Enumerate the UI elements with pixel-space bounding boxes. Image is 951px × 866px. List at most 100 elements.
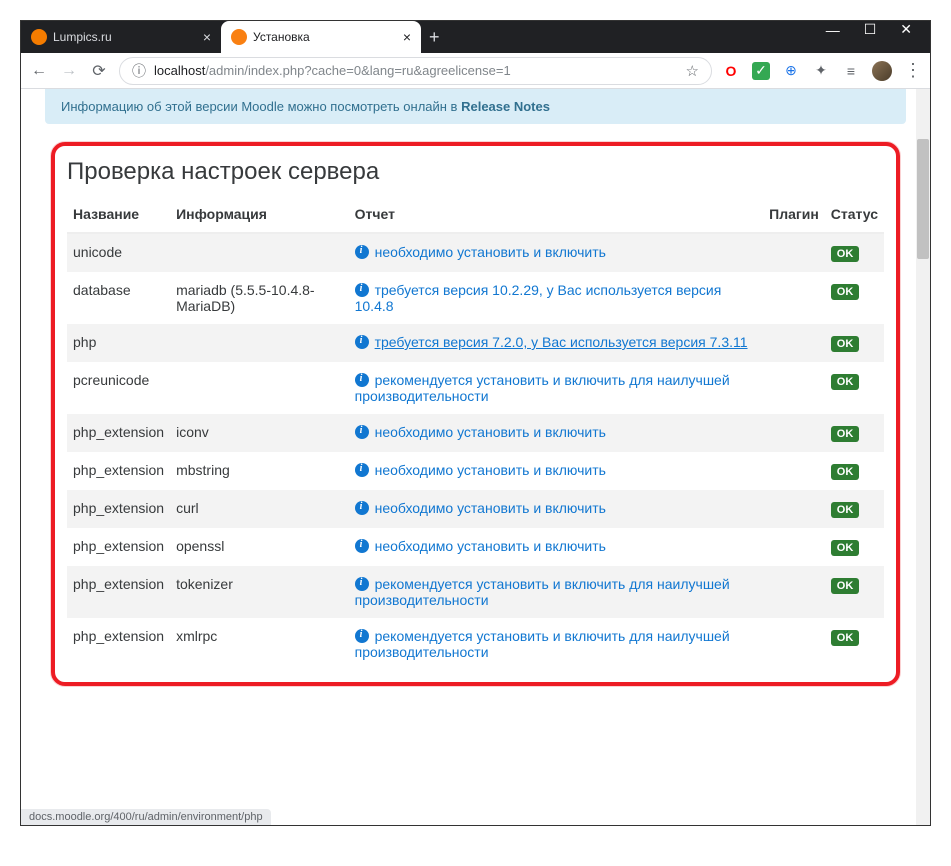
col-report: Отчет [349,196,764,233]
table-row: unicode необходимо установить и включить O… [67,233,884,272]
cell-info [170,362,349,414]
favicon-icon [231,29,247,45]
cell-status: OK [825,490,884,528]
scrollbar-thumb[interactable] [917,139,929,259]
address-bar[interactable]: ⓘ localhost/admin/index.php?cache=0&lang… [119,57,712,85]
cell-report: необходимо установить и включить [349,233,764,272]
cell-name: database [67,272,170,324]
cell-name: pcreunicode [67,362,170,414]
info-icon[interactable] [355,283,369,297]
status-badge: OK [831,426,860,442]
cell-status: OK [825,414,884,452]
profile-avatar[interactable] [872,61,892,81]
cell-report: рекомендуется установить и включить для … [349,362,764,414]
bookmark-star-icon[interactable]: ☆ [686,62,699,80]
report-link[interactable]: требуется версия 7.2.0, у Вас использует… [375,334,748,350]
tab-title: Установка [253,30,310,44]
cell-info: mariadb (5.5.5-10.4.8-MariaDB) [170,272,349,324]
url-text: localhost/admin/index.php?cache=0&lang=r… [154,63,678,78]
cell-status: OK [825,272,884,324]
cell-status: OK [825,233,884,272]
cell-plugin [763,324,825,362]
info-icon[interactable] [355,373,369,387]
status-badge: OK [831,246,860,262]
cell-name: php_extension [67,452,170,490]
forward-button[interactable]: → [59,62,79,80]
close-tab-icon[interactable]: × [403,29,411,45]
status-badge: OK [831,374,860,390]
globe-ext-icon[interactable]: ⊕ [782,62,800,80]
reload-button[interactable]: ⟳ [89,61,109,81]
cell-report: необходимо установить и включить [349,414,764,452]
cell-name: php_extension [67,528,170,566]
tab-lumpics[interactable]: Lumpics.ru × [21,21,221,53]
check-ext-icon[interactable]: ✓ [752,62,770,80]
minimize-button[interactable]: — [826,22,840,38]
report-link[interactable]: рекомендуется установить и включить для … [355,576,730,608]
tab-title: Lumpics.ru [53,30,112,44]
cell-status: OK [825,618,884,670]
cell-status: OK [825,566,884,618]
cell-status: OK [825,528,884,566]
info-icon[interactable] [355,425,369,439]
cell-info [170,324,349,362]
col-name: Название [67,196,170,233]
reading-list-icon[interactable]: ≡ [842,62,860,80]
info-icon[interactable] [355,629,369,643]
info-icon[interactable] [355,335,369,349]
table-row: databasemariadb (5.5.5-10.4.8-MariaDB)тр… [67,272,884,324]
report-link[interactable]: необходимо установить и включить [375,244,606,260]
report-link[interactable]: рекомендуется установить и включить для … [355,628,730,660]
status-badge: OK [831,502,860,518]
col-plugin: Плагин [763,196,825,233]
table-row: php_extensiontokenizerрекомендуется уста… [67,566,884,618]
page-content: Информацию об этой версии Moodle можно п… [21,89,930,825]
col-status: Статус [825,196,884,233]
yandex-ext-icon[interactable]: O [722,62,740,80]
cell-info: curl [170,490,349,528]
window-controls: — ☐ ✕ [808,21,930,38]
back-button[interactable]: ← [29,62,49,80]
site-info-icon[interactable]: ⓘ [132,61,146,81]
info-icon[interactable] [355,539,369,553]
cell-status: OK [825,324,884,362]
cell-report: необходимо установить и включить [349,528,764,566]
cell-report: рекомендуется установить и включить для … [349,618,764,670]
tabs-row: Lumpics.ru × Установка × + [21,21,808,53]
report-link[interactable]: необходимо установить и включить [375,538,606,554]
cell-plugin [763,362,825,414]
table-row: php_extensionmbstringнеобходимо установи… [67,452,884,490]
report-link[interactable]: необходимо установить и включить [375,462,606,478]
close-tab-icon[interactable]: × [203,29,211,45]
cell-report: требуется версия 7.2.0, у Вас использует… [349,324,764,362]
environment-table: Название Информация Отчет Плагин Статус … [67,196,884,670]
server-check-highlight: Проверка настроек сервера Название Инфор… [51,142,900,686]
cell-info: openssl [170,528,349,566]
report-link[interactable]: необходимо установить и включить [375,424,606,440]
report-link[interactable]: необходимо установить и включить [375,500,606,516]
report-link[interactable]: требуется версия 10.2.29, у Вас использу… [355,282,722,314]
vertical-scrollbar[interactable] [916,89,930,825]
extensions-icon[interactable]: ✦ [812,62,830,80]
new-tab-button[interactable]: + [421,27,448,48]
cell-name: php_extension [67,490,170,528]
table-row: phpтребуется версия 7.2.0, у Вас использ… [67,324,884,362]
close-window-button[interactable]: ✕ [900,21,912,38]
maximize-button[interactable]: ☐ [864,21,877,38]
cell-plugin [763,528,825,566]
status-badge: OK [831,284,860,300]
info-icon[interactable] [355,463,369,477]
cell-info [170,233,349,272]
report-link[interactable]: рекомендуется установить и включить для … [355,372,730,404]
info-icon[interactable] [355,577,369,591]
table-row: php_extensioniconvнеобходимо установить … [67,414,884,452]
cell-report: рекомендуется установить и включить для … [349,566,764,618]
cell-plugin [763,490,825,528]
info-icon[interactable] [355,245,369,259]
info-icon[interactable] [355,501,369,515]
menu-button[interactable]: ⋮ [904,60,922,81]
release-notes-link[interactable]: Release Notes [461,99,550,114]
table-row: php_extensioncurl необходимо установить и… [67,490,884,528]
tab-install[interactable]: Установка × [221,21,421,53]
cell-name: unicode [67,233,170,272]
